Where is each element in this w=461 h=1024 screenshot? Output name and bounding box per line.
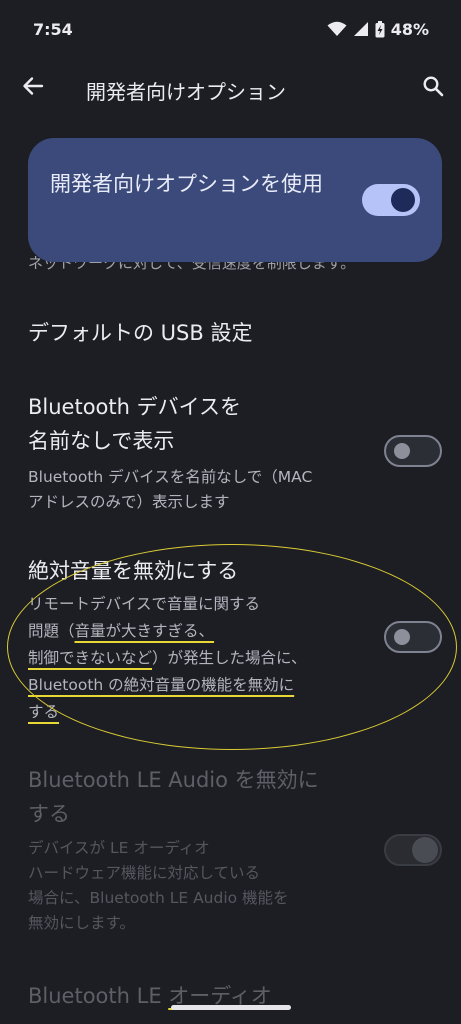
status-time: 7:54 bbox=[33, 19, 73, 39]
pref-summary-line: リモートデバイスで音量に関する bbox=[28, 595, 261, 613]
wifi-icon bbox=[327, 21, 347, 37]
bluetooth-no-name-toggle[interactable] bbox=[384, 435, 442, 467]
summary-text: ）が発生した場合に、 bbox=[152, 649, 307, 667]
summary-text: 問題（ bbox=[28, 622, 75, 640]
arrow-left-icon bbox=[22, 75, 44, 101]
search-icon bbox=[422, 75, 444, 101]
title-text: Bluetooth LE bbox=[28, 984, 169, 1008]
cell-signal-icon bbox=[353, 21, 369, 37]
pref-summary-line: アドレスのみで）表示します bbox=[28, 493, 230, 511]
underlined-text: する bbox=[28, 703, 60, 721]
status-bar: 7:54 48% bbox=[0, 0, 461, 58]
settings-list[interactable]: ネットワークに対して、受信速度を制限します。 開発者向けオプションを使用 デフォ… bbox=[0, 120, 461, 1024]
master-switch-card[interactable]: 開発者向けオプションを使用 bbox=[28, 138, 442, 262]
pref-title-line: Bluetooth デバイスを bbox=[28, 395, 241, 419]
toggle-knob bbox=[394, 443, 410, 459]
pref-title-line: する bbox=[28, 802, 70, 826]
pref-title: 絶対音量を無効にする bbox=[28, 559, 239, 583]
pref-summary-line: する bbox=[28, 700, 59, 725]
pref-title: デフォルトの USB 設定 bbox=[28, 321, 253, 345]
toggle-knob bbox=[394, 629, 410, 645]
battery-percent: 48% bbox=[390, 19, 429, 39]
underlined-text: 音量が大きすぎる、 bbox=[74, 622, 215, 640]
home-indicator[interactable] bbox=[171, 1005, 291, 1010]
pref-summary-line: 制御できないなど）が発生した場合に、 bbox=[28, 646, 307, 671]
pref-summary-line: デバイスが LE オーディオ bbox=[28, 839, 210, 857]
master-switch-toggle[interactable] bbox=[362, 184, 420, 216]
pref-summary-line: Bluetooth デバイスを名前なしで（MAC bbox=[28, 468, 313, 486]
pref-summary-line: 無効にします。 bbox=[28, 914, 135, 932]
back-button[interactable] bbox=[14, 69, 52, 107]
pref-summary-line: 場合に、Bluetooth LE Audio 機能を bbox=[28, 889, 289, 907]
app-bar: 開発者向けオプション bbox=[0, 58, 461, 120]
underlined-text: Bluetooth の絶対音量の機能を無効に bbox=[28, 676, 295, 694]
le-audio-toggle bbox=[384, 834, 442, 866]
absolute-volume-toggle[interactable] bbox=[384, 621, 442, 653]
pref-summary-line: Bluetooth の絶対音量の機能を無効に bbox=[28, 673, 294, 698]
page-title: 開発者向けオプション bbox=[86, 80, 286, 104]
pref-summary-line: ハードウェア機能に対応している bbox=[28, 864, 261, 882]
status-icons: 48% bbox=[327, 20, 429, 39]
toggle-knob bbox=[412, 837, 438, 863]
battery-icon bbox=[375, 20, 385, 38]
pref-summary-line: 問題（音量が大きすぎる、 bbox=[28, 619, 214, 644]
pref-title-line: 名前なしで表示 bbox=[28, 429, 175, 453]
master-switch-label: 開発者向けオプションを使用 bbox=[50, 172, 323, 196]
search-button[interactable] bbox=[414, 69, 452, 107]
pref-title-line: Bluetooth LE Audio を無効に bbox=[28, 768, 319, 792]
toggle-knob bbox=[391, 188, 415, 212]
underlined-text: 制御できないなど bbox=[28, 649, 153, 667]
